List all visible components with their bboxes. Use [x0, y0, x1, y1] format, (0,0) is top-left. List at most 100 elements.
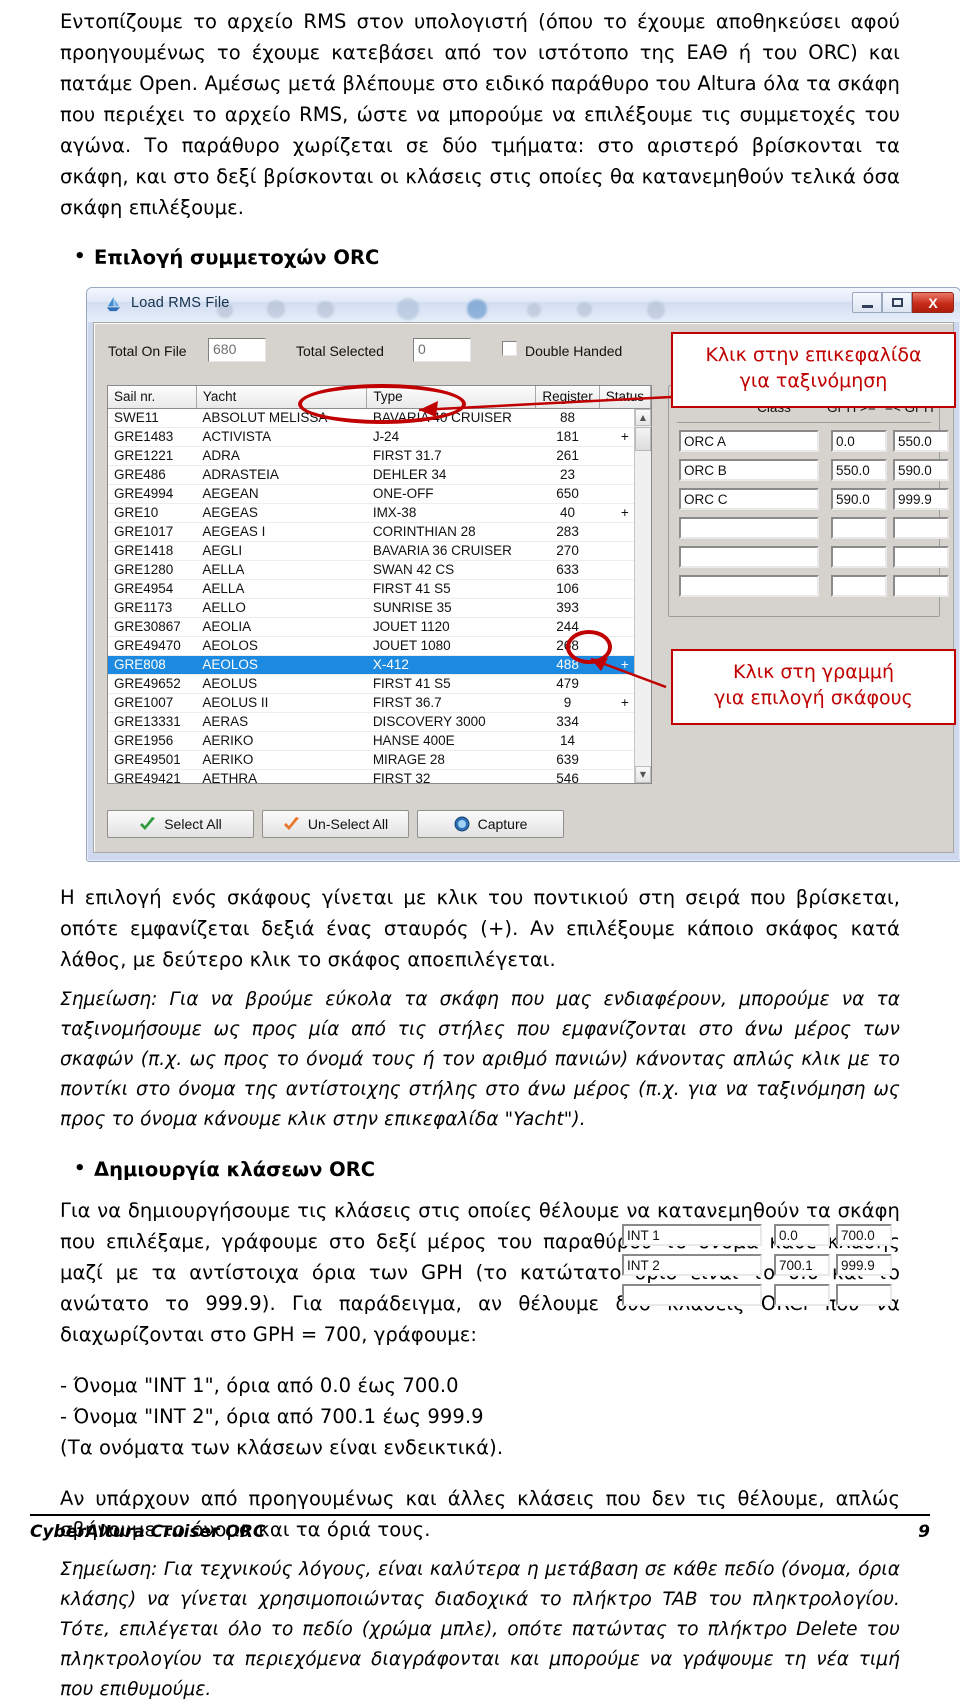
cell-yacht: AEOLOS [196, 655, 367, 675]
cell-yacht: AEOLOS [196, 636, 367, 656]
class-gph-min-input[interactable]: 550.0 [831, 459, 887, 481]
double-handed-label: Double Handed [525, 343, 623, 359]
cell-sail: GRE1017 [108, 522, 197, 542]
class-row [679, 575, 949, 599]
window-titlebar[interactable]: Load RMS File X [87, 288, 960, 322]
table-row[interactable]: GRE1221 ADRA FIRST 31.7 261 [108, 446, 651, 466]
maximize-button[interactable] [882, 292, 912, 313]
cell-register: 14 [535, 731, 600, 751]
scroll-down-button[interactable]: ▼ [635, 766, 651, 783]
annotation-ellipse-header [298, 384, 466, 424]
int-class-gph-max-input[interactable] [836, 1284, 892, 1306]
int-class-row: INT 1 0.0 700.0 [622, 1224, 900, 1254]
table-row[interactable]: GRE1483 ACTIVISTA J-24 181 + [108, 427, 651, 447]
column-header-sail[interactable]: Sail nr. [108, 386, 197, 409]
cell-type: DISCOVERY 3000 [366, 712, 536, 732]
camera-icon [454, 816, 470, 832]
select-all-button[interactable]: Select All [107, 810, 254, 838]
table-row[interactable]: GRE13331 AERAS DISCOVERY 3000 334 [108, 712, 651, 732]
table-row[interactable]: GRE1956 AERIKO HANSE 400E 14 [108, 731, 651, 751]
class-gph-max-input[interactable] [893, 517, 949, 539]
class-gph-max-input[interactable]: 550.0 [893, 430, 949, 452]
cell-yacht: AEOLUS II [196, 693, 367, 713]
table-row[interactable]: GRE49501 AERIKO MIRAGE 28 639 [108, 750, 651, 770]
scroll-thumb[interactable] [635, 427, 651, 451]
class-name-input[interactable]: ORC C [679, 488, 819, 510]
total-on-file-label: Total On File [108, 343, 187, 359]
paragraph-intro: Εντοπίζουμε το αρχείο RMS στον υπολογιστ… [60, 10, 900, 219]
cell-register: 9 [535, 693, 600, 713]
int-class-name-input[interactable]: INT 2 [622, 1254, 762, 1276]
column-header-register[interactable]: Register [535, 386, 600, 409]
total-on-file-input[interactable]: 680 [208, 338, 266, 362]
callout-click-row: Κλικ στη γραμμή για επιλογή σκάφους [671, 649, 956, 725]
cell-register: 283 [535, 522, 600, 542]
cell-type: HANSE 400E [366, 731, 536, 751]
list-vertical-scrollbar[interactable]: ▲ ▼ [634, 409, 651, 783]
cell-sail: GRE1418 [108, 541, 197, 561]
yacht-list[interactable]: Sail nr. Yacht Type Register Status SWE1… [107, 385, 652, 784]
table-row[interactable]: GRE4954 AELLA FIRST 41 S5 106 [108, 579, 651, 599]
cell-register: 40 [535, 503, 600, 523]
class-name-input[interactable]: ORC B [679, 459, 819, 481]
class-gph-min-input[interactable] [831, 575, 887, 597]
class-gph-max-input[interactable]: 590.0 [893, 459, 949, 481]
class-name-input[interactable]: ORC A [679, 430, 819, 452]
close-button[interactable]: X [912, 292, 954, 313]
document-page: Εντοπίζουμε το αρχείο RMS στον υπολογιστ… [0, 0, 960, 1700]
class-gph-min-input[interactable]: 0.0 [831, 430, 887, 452]
annotation-ellipse-row [566, 630, 612, 664]
int-class-gph-max-input[interactable]: 999.9 [836, 1254, 892, 1276]
table-row[interactable]: GRE30867 AEOLIA JOUET 1120 244 [108, 617, 651, 637]
capture-button[interactable]: Capture [417, 810, 564, 838]
table-row[interactable]: GRE808 AEOLOS X-412 488 + [108, 655, 651, 675]
table-row[interactable]: GRE4994 AEGEAN ONE-OFF 650 [108, 484, 651, 504]
cell-sail: GRE486 [108, 465, 197, 485]
minimize-icon [861, 304, 873, 308]
column-header-status[interactable]: Status [599, 386, 651, 409]
app-boat-icon [106, 296, 121, 312]
class-gph-min-input[interactable]: 590.0 [831, 488, 887, 510]
table-row[interactable]: GRE10 AEGEAS IMX-38 40 + [108, 503, 651, 523]
int-class-gph-min-input[interactable] [774, 1284, 830, 1306]
cell-sail: GRE49501 [108, 750, 197, 770]
class-row: ORC A 0.0 550.0 [679, 430, 949, 454]
int-class-name-input[interactable]: INT 1 [622, 1224, 762, 1246]
table-row[interactable]: GRE49652 AEOLUS FIRST 41 S5 479 [108, 674, 651, 694]
int-class-gph-min-input[interactable]: 0.0 [774, 1224, 830, 1246]
table-row[interactable]: GRE486 ADRASTEIA DEHLER 34 23 [108, 465, 651, 485]
table-row[interactable]: GRE1173 AELLO SUNRISE 35 393 [108, 598, 651, 618]
class-gph-max-input[interactable]: 999.9 [893, 488, 949, 510]
bullet-label: Δημιουργία κλάσεων ORC [94, 1158, 376, 1181]
yacht-table-body: SWE11 ABSOLUT MELISSA BAVARIA 40 CRUISER 88… [108, 408, 651, 783]
class-name-input[interactable] [679, 575, 819, 597]
int-class-gph-max-input[interactable]: 700.0 [836, 1224, 892, 1246]
cell-register: 633 [535, 560, 600, 580]
cell-sail: GRE49652 [108, 674, 197, 694]
total-selected-input[interactable]: 0 [413, 338, 471, 362]
class-gph-max-input[interactable] [893, 546, 949, 568]
class-name-input[interactable] [679, 517, 819, 539]
table-row[interactable]: GRE1280 AELLA SWAN 42 CS 633 [108, 560, 651, 580]
int-class-gph-min-input[interactable]: 700.1 [774, 1254, 830, 1276]
unselect-all-button[interactable]: Un-Select All [262, 810, 409, 838]
double-handed-checkbox[interactable] [502, 341, 517, 356]
table-row[interactable]: GRE49421 AETHRA FIRST 32 546 [108, 769, 651, 783]
paragraph-note-tab-key: Σημείωση: Για τεχνικούς λόγους, είναι κα… [60, 1559, 900, 1700]
class-name-input[interactable] [679, 546, 819, 568]
cell-register: 479 [535, 674, 600, 694]
table-row[interactable]: GRE1007 AEOLUS II FIRST 36.7 9 + [108, 693, 651, 713]
minimize-button[interactable] [852, 292, 882, 313]
window-title: Load RMS File [131, 295, 230, 311]
class-gph-min-input[interactable] [831, 517, 887, 539]
int-class-name-input[interactable] [622, 1284, 762, 1306]
cell-yacht: AEGEAN [196, 484, 367, 504]
scroll-up-button[interactable]: ▲ [635, 409, 651, 426]
table-row[interactable]: GRE1418 AEGLI BAVARIA 36 CRUISER 270 [108, 541, 651, 561]
bullet-list-classes: Δημιουργία κλάσεων ORC [60, 1154, 900, 1185]
table-row[interactable]: GRE1017 AEGEAS I CORINTHIAN 28 283 [108, 522, 651, 542]
unselect-all-label: Un-Select All [307, 816, 389, 832]
cell-sail: GRE49421 [108, 769, 197, 783]
class-gph-max-input[interactable] [893, 575, 949, 597]
class-gph-min-input[interactable] [831, 546, 887, 568]
